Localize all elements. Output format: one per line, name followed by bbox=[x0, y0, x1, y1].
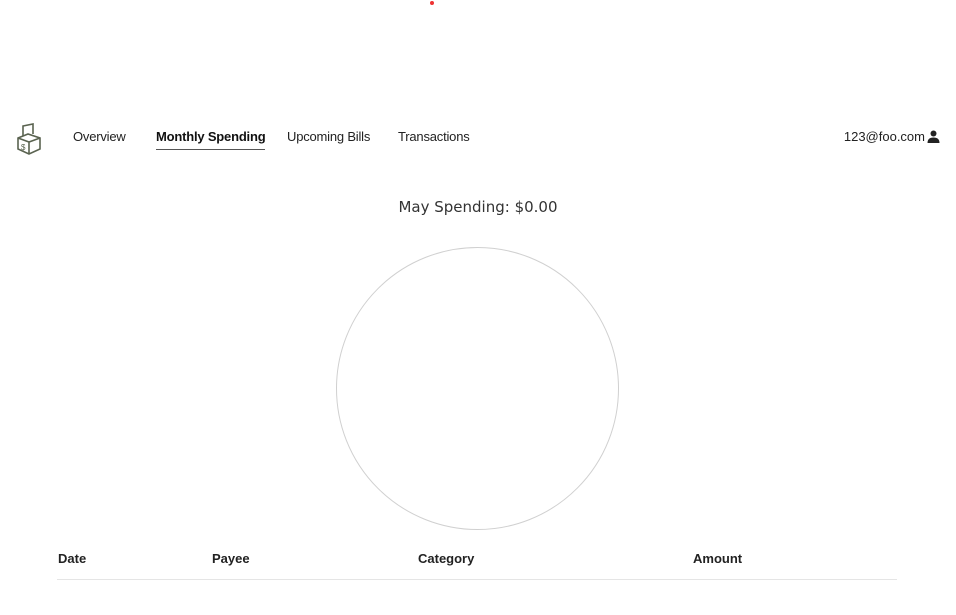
tab-monthly-spending[interactable]: Monthly Spending bbox=[156, 129, 266, 150]
user-icon bbox=[927, 130, 940, 143]
user-email: 123@foo.com bbox=[843, 129, 925, 144]
table-header-divider bbox=[57, 579, 897, 580]
column-header-amount[interactable]: Amount bbox=[693, 551, 742, 566]
tab-transactions[interactable]: Transactions bbox=[398, 129, 470, 144]
spending-title: May Spending: $0.00 bbox=[398, 198, 558, 216]
user-menu[interactable]: 123@foo.com bbox=[844, 129, 940, 144]
column-header-date[interactable]: Date bbox=[58, 551, 86, 566]
tab-upcoming-bills[interactable]: Upcoming Bills bbox=[287, 129, 370, 144]
logo-box-icon[interactable]: $ bbox=[16, 122, 42, 156]
spending-pie-chart bbox=[336, 247, 619, 530]
indicator-dot bbox=[430, 1, 434, 5]
column-header-category[interactable]: Category bbox=[418, 551, 474, 566]
tab-overview[interactable]: Overview bbox=[73, 129, 126, 144]
svg-text:$: $ bbox=[21, 143, 26, 152]
column-header-payee[interactable]: Payee bbox=[212, 551, 250, 566]
top-nav: $ Overview Monthly Spending Upcoming Bil… bbox=[0, 120, 956, 156]
